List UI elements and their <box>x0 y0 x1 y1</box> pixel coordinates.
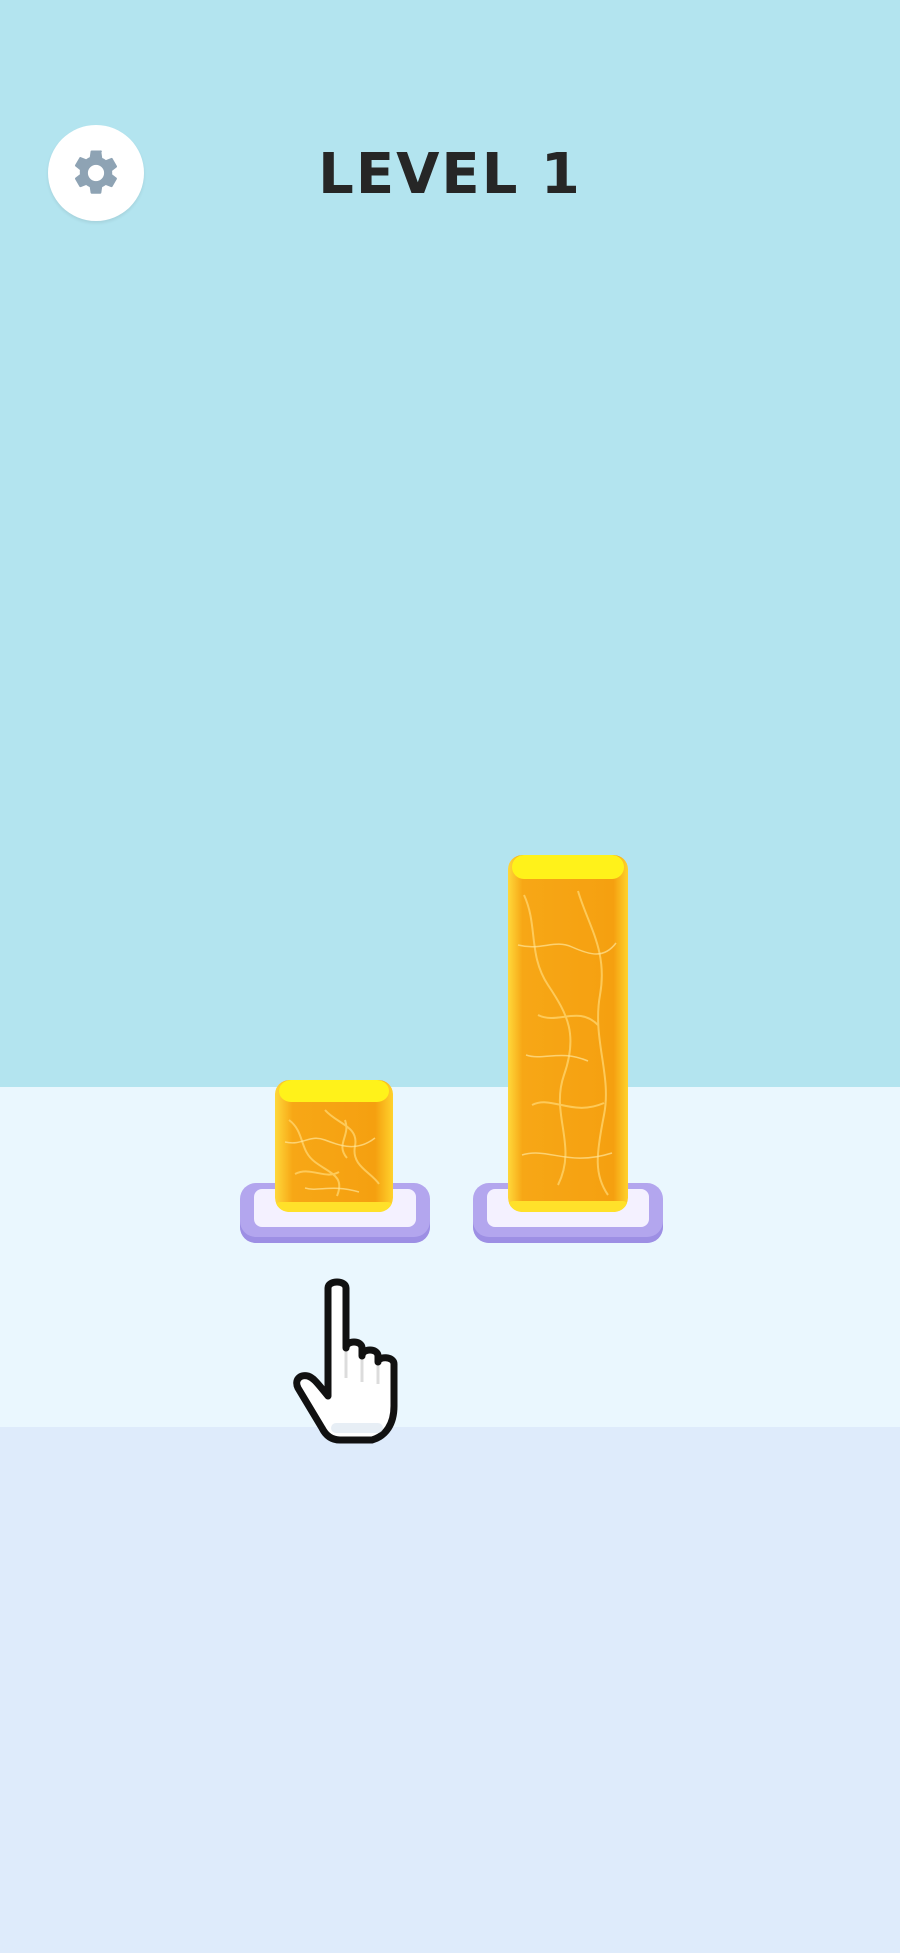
floor-far <box>0 1427 900 1953</box>
gear-icon <box>74 150 118 194</box>
floor-near <box>0 1087 900 1427</box>
stack-block-right[interactable] <box>508 855 628 1212</box>
game-scene: LEVEL 1 <box>0 0 900 1953</box>
stack-block-left[interactable] <box>275 1080 393 1212</box>
settings-button[interactable] <box>48 125 144 221</box>
pointing-hand-icon <box>288 1278 408 1448</box>
level-title: LEVEL 1 <box>318 142 582 207</box>
block-graphic-left <box>275 1080 393 1212</box>
block-graphic-right <box>508 855 628 1212</box>
